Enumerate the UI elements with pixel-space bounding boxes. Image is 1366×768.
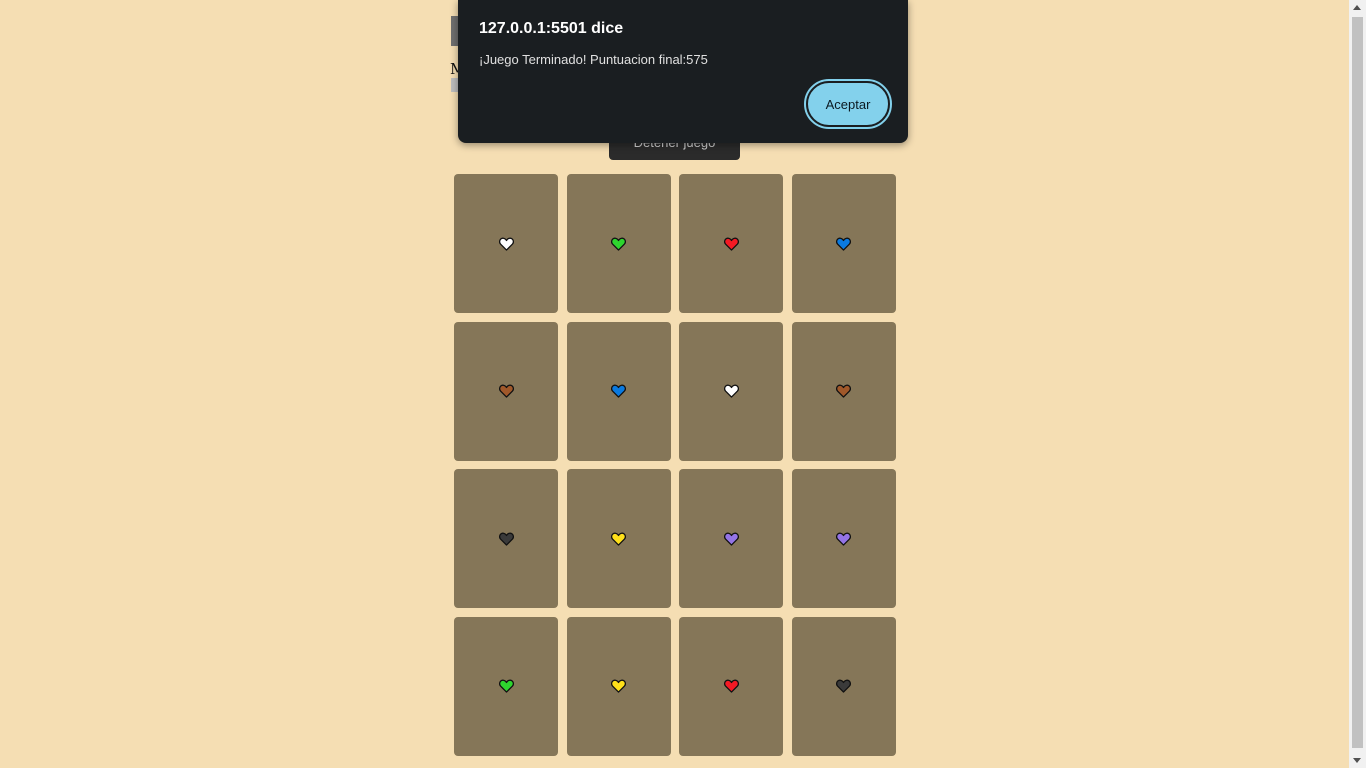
heart-icon [611, 237, 626, 251]
memory-card[interactable] [454, 616, 558, 756]
memory-card[interactable] [679, 174, 783, 313]
heart-icon [836, 237, 851, 251]
scroll-up-arrow-icon[interactable] [1353, 5, 1361, 10]
dialog-message: ¡Juego Terminado! Puntuacion final:575 [479, 52, 708, 67]
alert-dialog: 127.0.0.1:5501 dice ¡Juego Terminado! Pu… [458, 0, 908, 143]
memory-card[interactable] [791, 469, 896, 608]
memory-card[interactable] [566, 616, 671, 756]
heart-icon [611, 384, 626, 398]
memory-card[interactable] [454, 321, 558, 461]
memory-card[interactable] [679, 321, 783, 461]
heart-icon [498, 532, 514, 546]
memory-card[interactable] [791, 174, 896, 313]
heart-icon [611, 532, 626, 546]
memory-card[interactable] [679, 616, 783, 756]
memory-card[interactable] [566, 321, 671, 461]
memory-card[interactable] [454, 174, 558, 313]
heart-icon [611, 679, 626, 693]
heart-icon [498, 679, 514, 693]
scroll-down-arrow-icon[interactable] [1353, 758, 1361, 763]
heart-icon [723, 532, 739, 546]
dialog-title: 127.0.0.1:5501 dice [479, 20, 624, 37]
heart-icon [498, 384, 514, 398]
heart-icon [723, 679, 739, 693]
heart-icon [836, 679, 851, 693]
card-grid [454, 174, 896, 756]
memory-card[interactable] [454, 469, 558, 608]
memory-card[interactable] [791, 616, 896, 756]
heart-icon [836, 384, 851, 398]
accept-button[interactable]: Aceptar [804, 79, 892, 129]
memory-card[interactable] [566, 174, 671, 313]
heart-icon [723, 237, 739, 251]
heart-icon [498, 237, 514, 251]
heart-icon [723, 384, 739, 398]
memory-card[interactable] [791, 321, 896, 461]
heart-icon [836, 532, 851, 546]
vertical-scrollbar[interactable] [1349, 0, 1366, 768]
memory-card[interactable] [566, 469, 671, 608]
scrollbar-thumb[interactable] [1352, 17, 1363, 748]
memory-card[interactable] [679, 469, 783, 608]
